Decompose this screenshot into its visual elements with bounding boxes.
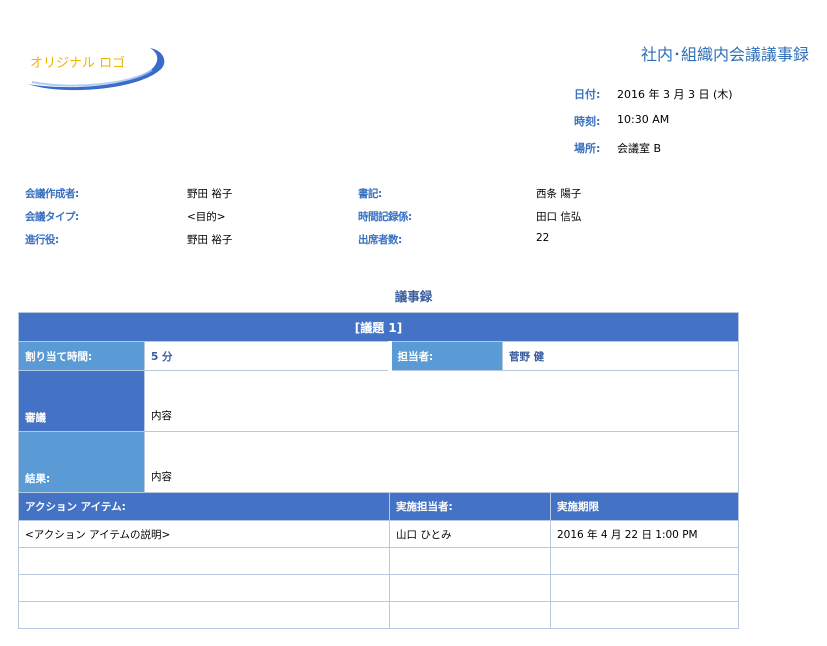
logo-text: オリジナル ロゴ [30,56,126,71]
facilitator-label: 進行役: [25,234,59,246]
info-row: 会議タイプ: <目的> 時間記録係: 田口 信弘 [25,209,625,232]
secretary-value: 西条 陽子 [536,188,582,200]
action-items-header: アクション アイテム: 実施担当者: 実施期限 [18,492,740,521]
action-item-assignee: 山口 ひとみ [389,520,551,548]
discussion-content: 内容 [143,370,740,432]
topic-row: [議題 1] [17,312,740,342]
minutes-heading: 議事録 [394,289,433,304]
organizer-label: 会議作成者: [25,188,79,200]
action-item-deadline [549,601,740,629]
logo: オリジナル ロゴ [22,40,172,96]
minutes-table: [議題 1] 割り当て時間: 5 分 担当者: 菅野 健 審議 内容 結果: 内… [17,312,740,629]
result-row: 結果: 内容 [18,431,740,493]
meta-place-row: 場所: 会議室 B [574,140,733,167]
timekeeper-label: 時間記録係: [358,211,412,223]
action-item-row [18,574,740,602]
meta-date-value: 2016 年 3 月 3 日 (木) [617,88,733,101]
meta-place-value: 会議室 B [617,142,662,155]
action-item-description [18,574,390,602]
deadline-header: 実施期限 [549,492,740,521]
allotment-row: 割り当て時間: 5 分 担当者: 菅野 健 [18,341,740,371]
allotted-time-label: 割り当て時間: [18,341,145,371]
meeting-meta: 日付: 2016 年 3 月 3 日 (木) 時刻: 10:30 AM 場所: … [574,86,733,167]
timekeeper-value: 田口 信弘 [536,211,582,223]
action-item-description [18,547,390,575]
meeting-type-label: 会議タイプ: [25,211,79,223]
action-item-row: <アクション アイテムの説明> 山口 ひとみ 2016 年 4 月 22 日 1… [18,520,740,548]
action-item-description [18,601,390,629]
meta-date-row: 日付: 2016 年 3 月 3 日 (木) [574,86,733,113]
discussion-label: 審議 [18,370,145,432]
meta-time-row: 時刻: 10:30 AM [574,113,733,140]
action-item-assignee [389,547,551,575]
info-row: 会議作成者: 野田 裕子 書記: 西条 陽子 [25,186,625,209]
meeting-type-value: <目的> [187,211,226,223]
discussion-row: 審議 内容 [18,370,740,432]
organizer-value: 野田 裕子 [187,188,233,200]
meeting-info: 会議作成者: 野田 裕子 書記: 西条 陽子 会議タイプ: <目的> 時間記録係… [25,186,625,255]
allotted-time-value: 5 分 [144,341,390,371]
action-item-header: アクション アイテム: [18,492,390,521]
owner-label: 担当者: [387,341,503,371]
owner-value: 菅野 健 [501,341,740,371]
meta-time-label: 時刻: [574,115,601,128]
topic-title: [議題 1] [17,312,740,342]
result-label: 結果: [18,431,145,493]
action-item-assignee [389,601,551,629]
document-title: 社内･組織内会議議事録 [640,45,809,64]
meta-place-label: 場所: [574,142,601,155]
facilitator-value: 野田 裕子 [187,234,233,246]
secretary-label: 書記: [358,188,382,200]
info-row: 進行役: 野田 裕子 出席者数: 22 [25,232,625,255]
action-item-deadline [549,547,740,575]
assignee-header: 実施担当者: [389,492,551,521]
meta-time-value: 10:30 AM [617,113,670,126]
action-item-deadline: 2016 年 4 月 22 日 1:00 PM [549,520,740,548]
action-item-row [18,547,740,575]
action-item-assignee [389,574,551,602]
action-item-row [18,601,740,629]
attendees-value: 22 [536,232,550,244]
action-item-deadline [549,574,740,602]
meta-date-label: 日付: [574,88,601,101]
result-content: 内容 [143,431,740,493]
attendees-label: 出席者数: [358,234,402,246]
action-item-description: <アクション アイテムの説明> [18,520,390,548]
